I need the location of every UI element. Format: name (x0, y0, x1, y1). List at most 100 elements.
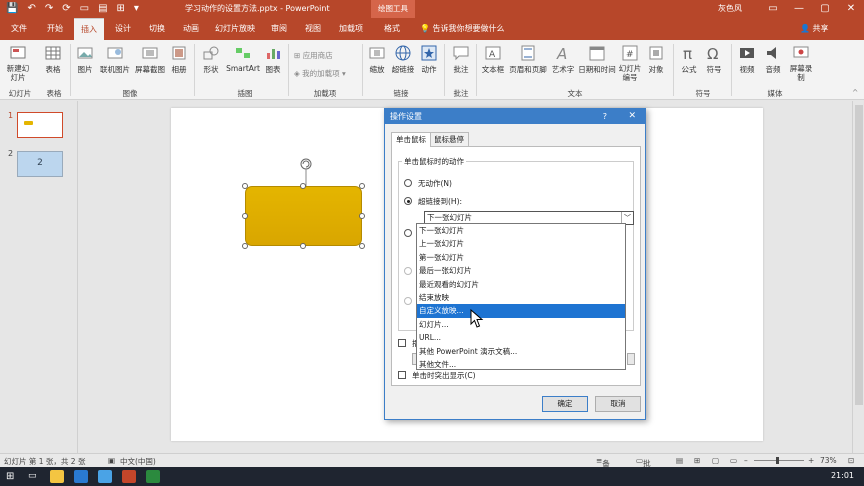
resize-handle[interactable] (300, 183, 306, 189)
slideshow-icon[interactable]: ▭ (80, 3, 89, 15)
scrollbar-thumb[interactable] (855, 105, 863, 405)
comments-button[interactable]: ▭ 批注 (636, 456, 651, 479)
store-button[interactable]: ⊞ 应用商店 (294, 50, 333, 61)
app-icon[interactable] (98, 470, 112, 483)
notes-button[interactable]: ≡ 备注 (596, 456, 610, 479)
sorter-view-icon[interactable]: ⊞ (694, 456, 700, 465)
slideshow-view-icon[interactable]: ▭ (730, 456, 737, 465)
resize-handle[interactable] (242, 183, 248, 189)
language-status[interactable]: 中文(中国) (120, 456, 156, 467)
tab-slideshow[interactable]: 幻灯片放映 (210, 18, 260, 40)
powerpoint-taskbar-icon[interactable] (122, 470, 136, 483)
browser-icon[interactable] (74, 470, 88, 483)
reading-view-icon[interactable]: ▢ (712, 456, 719, 465)
symbol-button[interactable]: Ω 符号 (703, 44, 725, 75)
equation-button[interactable]: π 公式 (678, 44, 700, 75)
repeat-icon[interactable]: ⟳ (62, 3, 70, 15)
fit-slide-icon[interactable]: ⊡ (848, 456, 854, 465)
dropdown-item[interactable]: 结束放映 (417, 291, 625, 304)
radio-run-program[interactable] (404, 229, 412, 237)
app-icon[interactable] (146, 470, 160, 483)
close-icon[interactable]: ✕ (838, 0, 864, 18)
ok-button[interactable]: 确定 (542, 396, 588, 412)
dropdown-item[interactable]: 上一张幻灯片 (417, 237, 625, 250)
resize-handle[interactable] (359, 183, 365, 189)
spellcheck-icon[interactable]: ▣ (108, 456, 115, 465)
highlight-click-checkbox[interactable] (398, 371, 406, 379)
zoom-in-icon[interactable]: + (808, 456, 814, 465)
comment-button[interactable]: 批注 (450, 44, 472, 75)
zoom-button[interactable]: 缩放 (366, 44, 388, 75)
dropdown-item[interactable]: 幻灯片... (417, 318, 625, 331)
tab-home[interactable]: 开始 (40, 18, 70, 40)
table-button[interactable]: 表格 (40, 44, 66, 75)
screen-recording-button[interactable]: 屏幕录制 (789, 44, 813, 82)
resize-handle[interactable] (359, 243, 365, 249)
dropdown-item[interactable]: 其他 PowerPoint 演示文稿... (417, 345, 625, 358)
zoom-out-icon[interactable]: – (744, 456, 748, 465)
textbox-button[interactable]: A 文本框 (480, 44, 506, 75)
shapes-button[interactable]: 形状 (198, 44, 224, 75)
object-button[interactable]: 对象 (645, 44, 667, 75)
video-button[interactable]: 视频 (736, 44, 758, 75)
radio-no-action[interactable] (404, 179, 412, 187)
grid-icon[interactable]: ⊞ (117, 3, 125, 15)
tab-mouse-over[interactable]: 鼠标悬停 (429, 132, 469, 146)
dropdown-item[interactable]: 最近观看的幻灯片 (417, 278, 625, 291)
resize-handle[interactable] (242, 243, 248, 249)
resize-handle[interactable] (300, 243, 306, 249)
undo-icon[interactable]: ↶ (27, 3, 35, 15)
help-button[interactable]: ? (603, 109, 607, 124)
tab-addins[interactable]: 加载项 (332, 18, 370, 40)
tab-format[interactable]: 格式 (374, 18, 410, 40)
play-sound-checkbox[interactable] (398, 339, 406, 347)
tab-file[interactable]: 文件 (4, 18, 34, 40)
pictures-button[interactable]: 图片 (74, 44, 96, 75)
rotate-handle-icon[interactable] (297, 156, 315, 186)
online-pictures-button[interactable]: 联机图片 (98, 44, 132, 75)
tab-mouse-click[interactable]: 单击鼠标 (391, 132, 431, 147)
task-view-icon[interactable]: ▭ (28, 470, 42, 483)
windows-start-icon[interactable]: ⊞ (6, 470, 20, 483)
new-slide-button[interactable]: 新建幻灯片 (4, 44, 32, 82)
file-explorer-icon[interactable] (50, 470, 64, 483)
maximize-icon[interactable]: ▢ (812, 0, 838, 18)
dialog-close-button[interactable]: ✕ (628, 109, 636, 124)
slide-thumbnail-2[interactable]: 2 (17, 151, 63, 177)
zoom-level[interactable]: 73% (820, 456, 837, 465)
tab-review[interactable]: 审阅 (264, 18, 294, 40)
layout-icon[interactable]: ▤ (98, 3, 107, 15)
dropdown-item-selected[interactable]: 自定义放映... (417, 304, 625, 318)
tab-view[interactable]: 视图 (298, 18, 328, 40)
share-button[interactable]: 👤 共享 (800, 18, 829, 40)
wordart-button[interactable]: A 艺术字 (550, 44, 576, 75)
radio-hyperlink[interactable] (404, 197, 412, 205)
resize-handle[interactable] (359, 213, 365, 219)
dropdown-item[interactable]: 下一张幻灯片 (417, 224, 625, 237)
smartart-button[interactable]: SmartArt (225, 44, 261, 73)
zoom-slider[interactable] (754, 460, 804, 461)
system-clock[interactable]: 21:01 (831, 471, 854, 480)
dropdown-item[interactable]: 最后一张幻灯片 (417, 264, 625, 277)
ribbon-display-icon[interactable]: ▭ (760, 0, 786, 18)
zoom-slider-thumb[interactable] (776, 457, 779, 464)
date-time-button[interactable]: 日期和时间 (577, 44, 617, 75)
user-name[interactable]: 灰色风 (718, 3, 742, 14)
tab-design[interactable]: 设计 (108, 18, 138, 40)
save-icon[interactable]: 💾 (6, 3, 18, 15)
tab-animations[interactable]: 动画 (176, 18, 206, 40)
audio-button[interactable]: 音频 (762, 44, 784, 75)
vertical-scrollbar[interactable] (852, 101, 864, 453)
collapse-ribbon-icon[interactable]: ^ (852, 88, 858, 97)
slide-thumbnail-1[interactable] (17, 112, 63, 138)
my-addins-button[interactable]: ◈ 我的加载项 ▾ (294, 68, 346, 79)
dropdown-item[interactable]: 其他文件... (417, 358, 625, 371)
hyperlink-button[interactable]: 超链接 (389, 44, 417, 75)
dropdown-item[interactable]: 第一张幻灯片 (417, 251, 625, 264)
tab-transitions[interactable]: 切换 (142, 18, 172, 40)
resize-handle[interactable] (242, 213, 248, 219)
slide-number-button[interactable]: # 幻灯片编号 (618, 44, 642, 82)
normal-view-icon[interactable]: ▤ (676, 456, 683, 465)
header-footer-button[interactable]: 页眉和页脚 (507, 44, 549, 75)
album-button[interactable]: 相册 (168, 44, 190, 75)
